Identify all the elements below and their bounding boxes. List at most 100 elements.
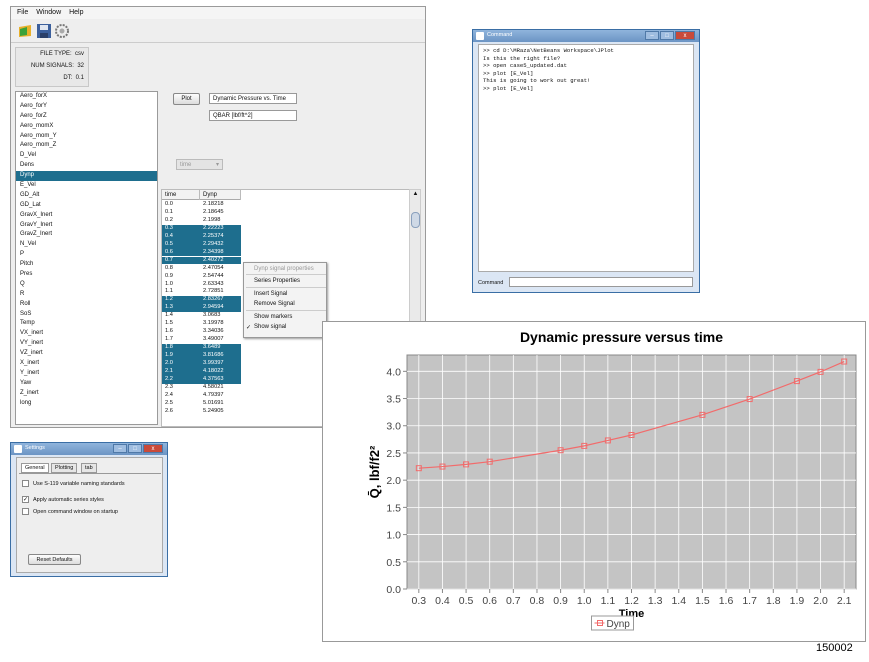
command-line: Is this the right file? [483,54,561,62]
menu-file[interactable]: File [17,9,28,16]
signal-list-item[interactable]: VX_inert [16,329,157,339]
minimize-icon[interactable]: – [645,31,659,40]
column-header-dynp[interactable]: Dynp [200,190,241,200]
close-icon[interactable]: x [675,31,695,40]
table-row[interactable]: 1.5 3.19978 [162,320,241,328]
signal-list-item[interactable]: Q [16,280,157,290]
signal-list-item[interactable]: Aero_forX [16,92,157,102]
table-row[interactable]: 0.0 2.18218 [162,201,241,209]
table-row[interactable]: 0.6 2.34398 [162,248,241,257]
scroll-up-icon[interactable]: ▲ [411,191,420,199]
table-row[interactable]: 2.6 5.24905 [162,408,241,416]
signal-list-item[interactable]: GravY_Inert [16,221,157,231]
time-cell: 0.6 [165,248,173,255]
save-icon[interactable] [36,23,52,39]
table-row[interactable]: 1.8 3.6489 [162,344,241,352]
signal-list-item[interactable]: Aero_forZ [16,112,157,122]
table-row[interactable]: 0.4 2.25374 [162,232,241,241]
maximize-icon[interactable]: □ [128,444,142,453]
y-label-field[interactable]: QBAR [lbf/ft^2] [209,110,297,121]
table-row[interactable]: 1.1 2.72851 [162,288,241,296]
table-row[interactable]: 1.7 3.49007 [162,336,241,344]
menu-help[interactable]: Help [69,9,83,16]
signal-list-item[interactable]: Aero_mom_Y [16,132,157,142]
tab-plotting[interactable]: Plotting [51,463,78,473]
tab-tab[interactable]: tab [81,463,97,473]
command-input[interactable] [509,277,693,287]
table-row[interactable]: 2.2 4.37563 [162,375,241,384]
signal-list-item[interactable]: Roll [16,300,157,310]
close-icon[interactable]: x [143,444,163,453]
tab-general[interactable]: General [21,463,49,473]
signal-list-item[interactable]: long [16,399,157,409]
dynp-cell: 2.18645 [203,208,224,215]
reset-defaults-button[interactable]: Reset Defaults [28,554,81,565]
open-file-icon[interactable] [17,23,33,39]
signal-list-item[interactable]: Dens [16,161,157,171]
signal-list-item[interactable]: N_Vel [16,240,157,250]
signal-list-item[interactable]: GD_Lat [16,201,157,211]
table-row[interactable]: 2.0 3.99397 [162,360,241,368]
context-menu-item[interactable]: Insert Signal [254,291,287,297]
context-menu-item[interactable]: Remove Signal [254,301,295,307]
maximize-icon[interactable]: □ [660,31,674,40]
option-open-command-window[interactable]: Open command window on startup [22,508,118,515]
table-row[interactable]: 0.2 2.1998 [162,217,241,225]
signal-list-item[interactable]: P [16,250,157,260]
table-row[interactable]: 2.3 4.58021 [162,384,241,392]
table-row[interactable]: 2.4 4.79397 [162,392,241,400]
table-row[interactable]: 0.9 2.54744 [162,273,241,281]
table-row[interactable]: 1.3 2.94594 [162,304,241,313]
naming-standards-checkbox[interactable] [22,480,29,487]
minimize-icon[interactable]: – [113,444,127,453]
context-menu-item[interactable]: Series Properties [254,278,300,284]
table-row[interactable]: 2.1 4.18022 [162,367,241,376]
table-row[interactable]: 1.9 3.81686 [162,352,241,360]
signal-list-item[interactable]: GD_Alt [16,191,157,201]
signal-list-item[interactable]: D_Vel [16,151,157,161]
context-menu-item[interactable]: Dynp signal properties [254,266,314,272]
table-row[interactable]: 0.1 2.18645 [162,209,241,217]
open-command-window-checkbox[interactable] [22,508,29,515]
table-row[interactable]: 1.6 3.34036 [162,328,241,336]
context-menu-item[interactable]: Show signal ✓ [246,324,286,331]
context-menu-item[interactable]: Show markers [254,314,292,320]
scroll-thumb[interactable] [411,212,420,228]
menu-window[interactable]: Window [36,9,61,16]
table-row[interactable]: 0.3 2.22223 [162,224,241,233]
signal-list-item[interactable]: Pitch [16,260,157,270]
signal-list-item[interactable]: Aero_mom_Z [16,141,157,151]
signal-list-item[interactable]: VZ_inert [16,349,157,359]
auto-series-styles-checkbox[interactable]: ✓ [22,496,29,503]
signal-list-item[interactable]: GravX_Inert [16,211,157,221]
signal-list-item[interactable]: X_inert [16,359,157,369]
table-row[interactable]: 1.0 2.63343 [162,281,241,289]
column-header-time[interactable]: time [162,190,200,200]
table-row[interactable]: 0.5 2.29432 [162,240,241,249]
signal-list-item[interactable]: Y_inert [16,369,157,379]
table-row[interactable]: 2.5 5.01691 [162,400,241,408]
signal-list-item[interactable]: SoS [16,310,157,320]
plot-title-field[interactable]: Dynamic Pressure vs. Time [209,93,297,104]
signal-list-item[interactable]: R [16,290,157,300]
table-row[interactable]: 1.2 2.83267 [162,296,241,305]
plot-button[interactable]: Plot [173,93,200,105]
table-row[interactable]: 0.8 2.47054 [162,265,241,273]
signal-list-item[interactable]: Temp [16,319,157,329]
signal-list-item[interactable]: Dynp [16,171,157,182]
x-axis-combo[interactable]: time ▾ [176,159,223,170]
signal-list-item[interactable]: Z_inert [16,389,157,399]
signal-list[interactable]: Aero_forX Aero_forY Aero_forZ Aero_momX Aero… [15,91,158,425]
table-row[interactable]: 1.4 3.0683 [162,312,241,320]
signal-list-item[interactable]: GravZ_Inert [16,230,157,240]
option-auto-series-styles[interactable]: ✓ Apply automatic series styles [22,496,104,503]
signal-list-item[interactable]: E_Vel [16,181,157,191]
signal-list-item[interactable]: Pres [16,270,157,280]
settings-gear-icon[interactable] [54,23,70,39]
option-naming-standards[interactable]: Use S-119 variable naming standards [22,480,125,487]
signal-list-item[interactable]: Aero_forY [16,102,157,112]
signal-list-item[interactable]: Aero_momX [16,122,157,132]
signal-list-item[interactable]: VY_inert [16,339,157,349]
table-row[interactable]: 0.7 2.40272 [162,256,241,265]
signal-list-item[interactable]: Yaw [16,379,157,389]
